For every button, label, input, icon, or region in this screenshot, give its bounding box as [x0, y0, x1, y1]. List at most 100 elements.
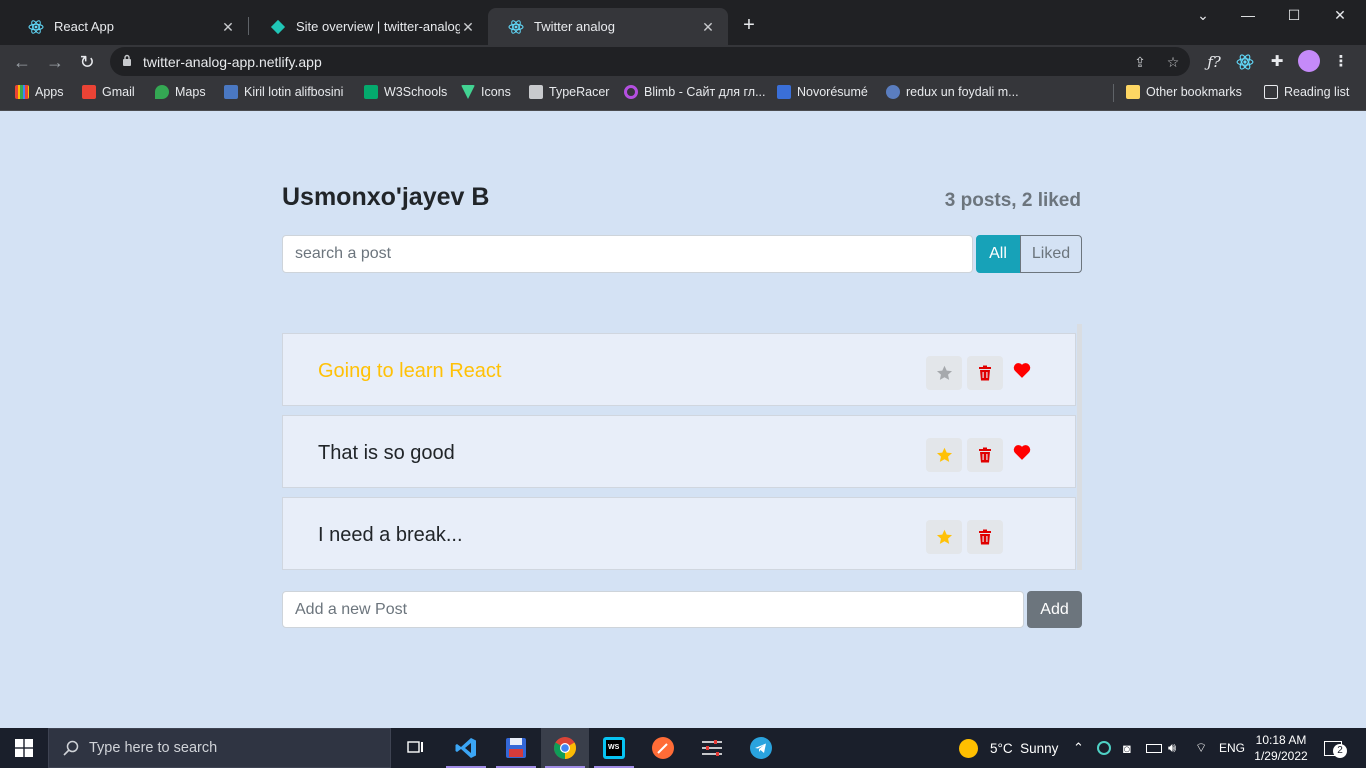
tab-react-app[interactable]: React App ✕	[8, 8, 248, 45]
search-icon	[63, 740, 79, 756]
tab-title: Site overview | twitter-analog-app	[296, 19, 460, 34]
important-toggle-button[interactable]	[926, 356, 962, 390]
post-text[interactable]: Going to learn React	[318, 360, 501, 383]
close-icon[interactable]: ✕	[460, 19, 476, 35]
postman-icon	[652, 737, 674, 759]
taskbar-search-box[interactable]: Type here to search	[48, 728, 391, 768]
bookmark-typeracer[interactable]: TypeRacer	[529, 85, 609, 99]
url-text: twitter-analog-app.netlify.app	[143, 54, 322, 70]
bookmark-novoresume[interactable]: Novorésumé	[777, 85, 868, 99]
browser-toolbar: ← → ↻ twitter-analog-app.netlify.app ⇪ ☆…	[0, 45, 1366, 78]
tray-chevron-up-icon[interactable]: ⌃	[1073, 728, 1084, 768]
bookmark-apps[interactable]: Apps	[15, 85, 64, 99]
taskbar-chrome[interactable]	[541, 728, 589, 768]
bookmark-redux[interactable]: redux un foydali m...	[886, 85, 1019, 99]
extensions-puzzle-icon[interactable]: ✚	[1266, 51, 1288, 73]
important-toggle-button[interactable]	[926, 438, 962, 472]
react-devtools-icon[interactable]	[1234, 51, 1256, 73]
bookmark-label: Apps	[35, 85, 64, 99]
battery-icon[interactable]	[1146, 728, 1162, 768]
battery-shape	[1146, 743, 1162, 753]
taskbar-save-app[interactable]	[492, 728, 540, 768]
bookmark-star-icon[interactable]: ☆	[1163, 52, 1183, 72]
bookmark-label: Gmail	[102, 85, 135, 99]
taskbar-search-placeholder: Type here to search	[89, 740, 218, 756]
share-icon[interactable]: ⇪	[1130, 52, 1150, 72]
taskbar-vscode[interactable]	[442, 728, 490, 768]
bookmark-w3schools[interactable]: W3Schools	[364, 85, 447, 99]
new-tab-button[interactable]: +	[738, 14, 760, 36]
trash-icon	[979, 365, 991, 381]
apps-grid-icon	[15, 85, 29, 99]
address-bar[interactable]: twitter-analog-app.netlify.app ⇪ ☆	[110, 47, 1190, 76]
formula-extension-icon[interactable]: ƒ?	[1203, 51, 1225, 73]
bookmark-other[interactable]: Other bookmarks	[1126, 85, 1242, 99]
vscode-icon	[455, 738, 476, 758]
forward-arrow-icon[interactable]: →	[42, 49, 68, 75]
filter-button-group: All Liked	[976, 235, 1082, 273]
delete-button[interactable]	[967, 356, 1003, 390]
taskbar-mixer[interactable]	[688, 728, 736, 768]
window-close-button[interactable]: ✕	[1317, 0, 1363, 30]
redux-icon	[886, 85, 900, 99]
bookmark-blimb[interactable]: Blimb - Сайт для гл...	[624, 85, 766, 99]
app-title: Usmonxo'jayev B	[282, 183, 490, 211]
weather-widget[interactable]: 5°C Sunny	[959, 728, 1058, 768]
taskbar-telegram[interactable]	[737, 728, 785, 768]
svg-text:WS: WS	[608, 744, 620, 751]
close-icon[interactable]: ✕	[220, 19, 236, 35]
minimize-button[interactable]: —	[1225, 0, 1271, 30]
filter-liked-button[interactable]: Liked	[1020, 235, 1082, 273]
chevron-down-icon[interactable]: ⌄	[1180, 0, 1226, 30]
webstorm-icon: WS	[603, 737, 625, 759]
taskbar-postman[interactable]	[639, 728, 687, 768]
folder-icon	[1126, 85, 1140, 99]
language-indicator[interactable]: ENG	[1219, 728, 1245, 768]
bookmark-label: Blimb - Сайт для гл...	[644, 85, 766, 99]
tray-app-icon[interactable]	[1097, 728, 1111, 768]
add-post-input[interactable]	[282, 591, 1024, 628]
clock-time: 10:18 AM	[1255, 733, 1307, 747]
bookmark-kiril-lotin[interactable]: Kiril lotin alifbosini	[224, 85, 343, 99]
start-button[interactable]	[0, 728, 48, 768]
tray-device-icon[interactable]: ◙	[1123, 728, 1131, 768]
menu-kebab-icon[interactable]: ⋮	[1330, 51, 1352, 73]
bookmarks-separator	[1113, 84, 1114, 102]
reload-icon[interactable]: ↻	[74, 49, 100, 75]
add-post-button[interactable]: Add	[1027, 591, 1082, 628]
bookmark-maps[interactable]: Maps	[155, 85, 206, 99]
post-list-scrollbar[interactable]	[1077, 324, 1082, 570]
tab-title: React App	[54, 19, 114, 34]
delete-button[interactable]	[967, 520, 1003, 554]
reading-list-button[interactable]: Reading list	[1264, 85, 1349, 99]
taskbar-clock[interactable]: 10:18 AM 1/29/2022	[1251, 732, 1311, 764]
delete-button[interactable]	[967, 438, 1003, 472]
post-stats: 3 posts, 2 liked	[944, 190, 1081, 211]
maximize-button[interactable]: ☐	[1271, 0, 1317, 30]
tab-site-overview[interactable]: Site overview | twitter-analog-app ✕	[250, 8, 488, 45]
blimb-icon	[624, 85, 638, 99]
wifi-icon[interactable]: ⌔	[1195, 728, 1207, 768]
notification-center-button[interactable]: 2	[1324, 728, 1347, 768]
important-toggle-button[interactable]	[926, 520, 962, 554]
chrome-icon	[554, 737, 576, 759]
tab-separator	[248, 17, 249, 35]
bookmark-icons[interactable]: Icons	[461, 85, 511, 99]
post-text[interactable]: That is so good	[318, 442, 455, 465]
post-item: Going to learn React	[282, 333, 1076, 406]
post-text[interactable]: I need a break...	[318, 524, 463, 547]
profile-avatar[interactable]	[1298, 50, 1320, 72]
close-icon[interactable]: ✕	[700, 19, 716, 35]
tab-twitter-analog[interactable]: Twitter analog ✕	[488, 8, 728, 45]
windows-logo-icon	[15, 739, 33, 757]
search-input[interactable]	[282, 235, 973, 273]
back-arrow-icon[interactable]: ←	[9, 49, 35, 75]
task-view-button[interactable]	[392, 728, 440, 768]
bookmark-label: Kiril lotin alifbosini	[244, 85, 344, 99]
bookmark-gmail[interactable]: Gmail	[82, 85, 135, 99]
taskbar-webstorm[interactable]: WS	[590, 728, 638, 768]
typeracer-icon	[529, 85, 543, 99]
bookmark-label: Other bookmarks	[1146, 85, 1242, 99]
filter-all-button[interactable]: All	[976, 235, 1020, 273]
volume-icon[interactable]: 🔊︎	[1168, 728, 1176, 768]
